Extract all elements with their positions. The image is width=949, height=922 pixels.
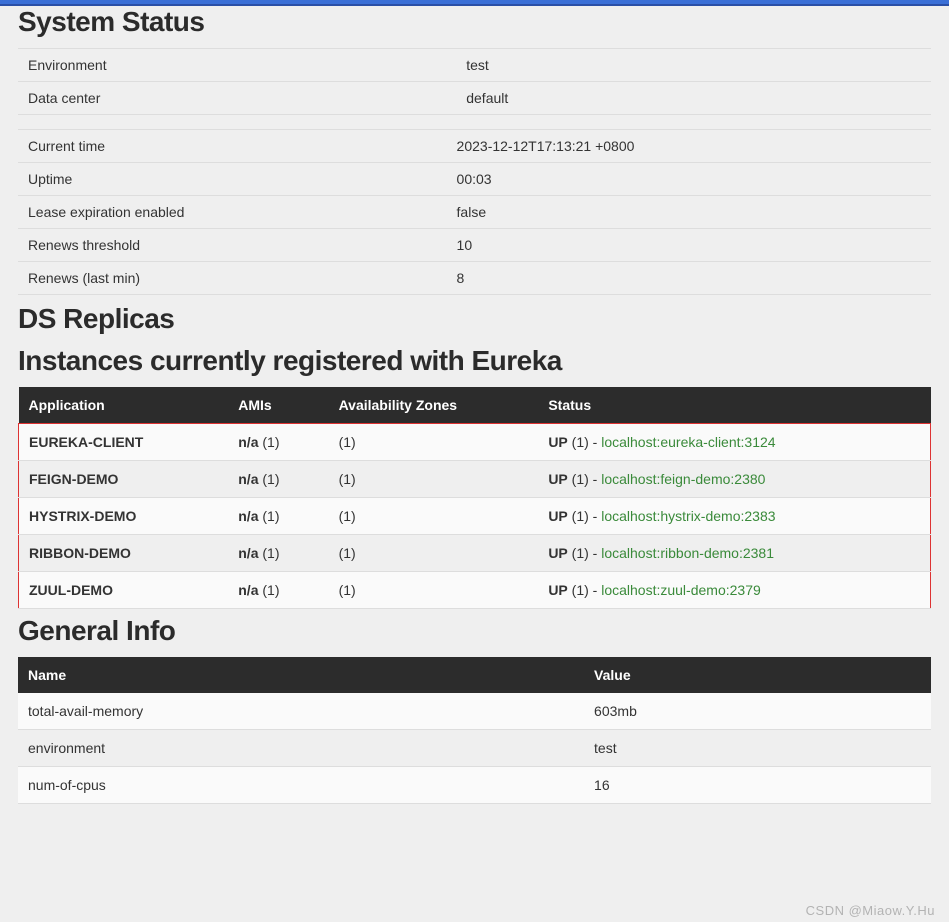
kv-value: default [456, 82, 931, 115]
cell-amis: n/a (1) [228, 572, 328, 609]
table-row: EUREKA-CLIENTn/a (1)(1)UP (1) - localhos… [19, 424, 931, 461]
general-info-table: Name Value total-avail-memory603mbenviro… [18, 657, 931, 804]
cell-status: UP (1) - localhost:eureka-client:3124 [538, 424, 930, 461]
kv-value: test [456, 49, 931, 82]
cell-status: UP (1) - localhost:zuul-demo:2379 [538, 572, 930, 609]
table-row: ZUUL-DEMOn/a (1)(1)UP (1) - localhost:zu… [19, 572, 931, 609]
status-label: UP [548, 471, 567, 487]
watermark: CSDN @Miaow.Y.Hu [806, 903, 935, 918]
status-label: UP [548, 582, 567, 598]
table-row: HYSTRIX-DEMOn/a (1)(1)UP (1) - localhost… [19, 498, 931, 535]
cell-value: 603mb [584, 693, 931, 730]
kv-key: Renews threshold [18, 229, 447, 262]
instance-link[interactable]: localhost:ribbon-demo:2381 [601, 545, 774, 561]
table-row: total-avail-memory603mb [18, 693, 931, 730]
kv-row: Uptime00:03 [18, 163, 931, 196]
kv-row: Renews threshold10 [18, 229, 931, 262]
kv-row: Lease expiration enabledfalse [18, 196, 931, 229]
instances-table: Application AMIs Availability Zones Stat… [18, 387, 931, 609]
system-status-time-table: Current time2023-12-12T17:13:21 +0800Upt… [18, 129, 931, 295]
cell-value: test [584, 730, 931, 767]
heading-system-status: System Status [18, 6, 931, 38]
kv-row: Current time2023-12-12T17:13:21 +0800 [18, 130, 931, 163]
cell-amis: n/a (1) [228, 424, 328, 461]
cell-amis: n/a (1) [228, 498, 328, 535]
kv-value: false [447, 196, 931, 229]
cell-amis: n/a (1) [228, 461, 328, 498]
status-label: UP [548, 545, 567, 561]
cell-name: total-avail-memory [18, 693, 584, 730]
cell-zones: (1) [329, 535, 539, 572]
cell-application: HYSTRIX-DEMO [19, 498, 229, 535]
instance-link[interactable]: localhost:feign-demo:2380 [601, 471, 765, 487]
cell-zones: (1) [329, 461, 539, 498]
heading-general-info: General Info [18, 615, 931, 647]
kv-value: 10 [447, 229, 931, 262]
col-amis: AMIs [228, 387, 328, 424]
cell-zones: (1) [329, 424, 539, 461]
table-row: num-of-cpus16 [18, 767, 931, 804]
cell-status: UP (1) - localhost:ribbon-demo:2381 [538, 535, 930, 572]
cell-application: ZUUL-DEMO [19, 572, 229, 609]
kv-key: Current time [18, 130, 447, 163]
kv-key: Uptime [18, 163, 447, 196]
kv-row: Data centerdefault [18, 82, 931, 115]
cell-zones: (1) [329, 572, 539, 609]
cell-name: environment [18, 730, 584, 767]
table-row: environmenttest [18, 730, 931, 767]
kv-value: 00:03 [447, 163, 931, 196]
status-label: UP [548, 508, 567, 524]
cell-status: UP (1) - localhost:hystrix-demo:2383 [538, 498, 930, 535]
kv-row: Renews (last min)8 [18, 262, 931, 295]
system-status-env-table: EnvironmenttestData centerdefault [18, 48, 931, 115]
col-zones: Availability Zones [329, 387, 539, 424]
heading-instances: Instances currently registered with Eure… [18, 345, 931, 377]
col-status: Status [538, 387, 930, 424]
kv-key: Data center [18, 82, 456, 115]
col-name: Name [18, 657, 584, 693]
cell-zones: (1) [329, 498, 539, 535]
kv-key: Environment [18, 49, 456, 82]
kv-value: 8 [447, 262, 931, 295]
table-row: FEIGN-DEMOn/a (1)(1)UP (1) - localhost:f… [19, 461, 931, 498]
kv-row: Environmenttest [18, 49, 931, 82]
instance-link[interactable]: localhost:zuul-demo:2379 [601, 582, 761, 598]
heading-ds-replicas: DS Replicas [18, 303, 931, 335]
cell-value: 16 [584, 767, 931, 804]
table-row: RIBBON-DEMOn/a (1)(1)UP (1) - localhost:… [19, 535, 931, 572]
cell-application: EUREKA-CLIENT [19, 424, 229, 461]
kv-key: Lease expiration enabled [18, 196, 447, 229]
kv-key: Renews (last min) [18, 262, 447, 295]
cell-status: UP (1) - localhost:feign-demo:2380 [538, 461, 930, 498]
kv-value: 2023-12-12T17:13:21 +0800 [447, 130, 931, 163]
instance-link[interactable]: localhost:eureka-client:3124 [601, 434, 775, 450]
cell-application: FEIGN-DEMO [19, 461, 229, 498]
status-label: UP [548, 434, 567, 450]
cell-amis: n/a (1) [228, 535, 328, 572]
cell-name: num-of-cpus [18, 767, 584, 804]
page-content: System Status EnvironmenttestData center… [0, 6, 949, 822]
col-application: Application [19, 387, 229, 424]
instance-link[interactable]: localhost:hystrix-demo:2383 [601, 508, 775, 524]
col-value: Value [584, 657, 931, 693]
cell-application: RIBBON-DEMO [19, 535, 229, 572]
